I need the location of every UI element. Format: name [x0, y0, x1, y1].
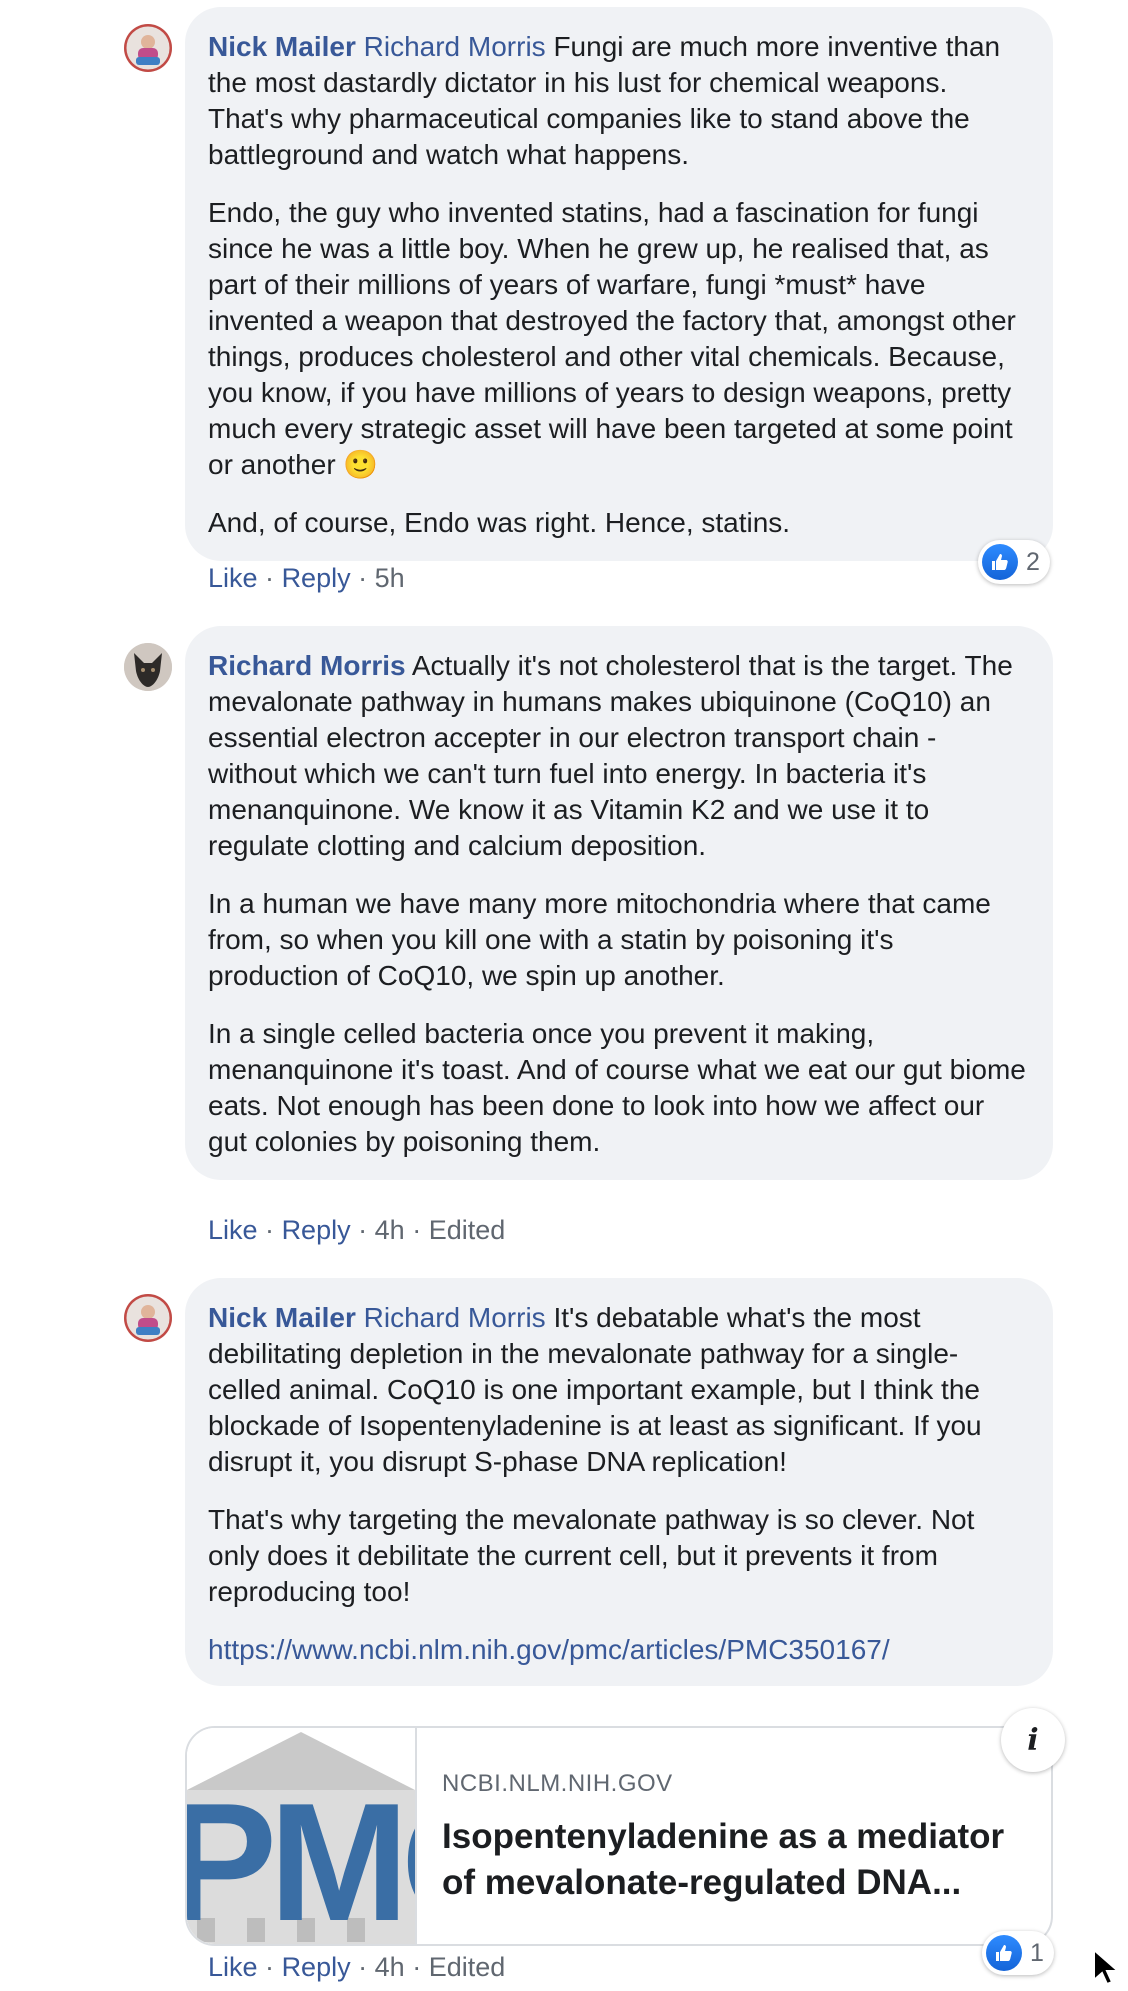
reaction-count-badge[interactable]: 2 — [978, 540, 1050, 584]
comment-actions: Like · Reply · 5h — [208, 561, 405, 595]
comment-bubble: Nick Mailer Richard Morris Fungi are muc… — [185, 7, 1053, 561]
mention-link[interactable]: Richard Morris — [364, 1302, 546, 1333]
timestamp[interactable]: 5h — [375, 563, 405, 593]
timestamp[interactable]: 4h — [375, 1215, 405, 1245]
comment-paragraph: Nick Mailer Richard Morris Fungi are muc… — [208, 29, 1029, 173]
comment-paragraph: Nick Mailer Richard Morris It's debatabl… — [208, 1300, 1029, 1480]
comment-paragraph: https://www.ncbi.nlm.nih.gov/pmc/article… — [208, 1632, 1029, 1668]
separator: · — [412, 1215, 422, 1245]
comment-paragraph: Endo, the guy who invented statins, had … — [208, 195, 1029, 483]
comment-text: Endo, the guy who invented statins, had … — [208, 197, 1016, 480]
like-button[interactable]: Like — [208, 1952, 258, 1982]
reaction-count: 1 — [1030, 1938, 1044, 1967]
separator: · — [358, 563, 368, 593]
edited-label[interactable]: Edited — [429, 1215, 506, 1245]
separator: · — [358, 1952, 368, 1982]
separator: · — [412, 1952, 422, 1982]
mouse-cursor-icon — [1092, 1947, 1124, 1991]
reply-button[interactable]: Reply — [282, 563, 351, 593]
comment-paragraph: Richard Morris Actually it's not cholest… — [208, 648, 1029, 864]
mention-link[interactable]: Richard Morris — [364, 31, 546, 62]
like-button[interactable]: Like — [208, 563, 258, 593]
like-reaction-icon — [982, 544, 1018, 580]
comment-paragraph: In a single celled bacteria once you pre… — [208, 1018, 1026, 1157]
link-preview-thumbnail: PMC — [187, 1728, 417, 1944]
info-icon[interactable]: i — [1001, 1708, 1065, 1772]
comment-paragraph: In a human we have many more mitochondri… — [208, 888, 991, 991]
separator: · — [265, 1952, 275, 1982]
comment-text: Actually it's not cholesterol that is th… — [208, 650, 1013, 861]
separator: · — [358, 1215, 368, 1245]
comment-author[interactable]: Nick Mailer — [208, 31, 356, 62]
comment-author[interactable]: Richard Morris — [208, 650, 406, 681]
comment-actions: Like · Reply · 4h · Edited — [208, 1950, 505, 1984]
separator: · — [265, 563, 275, 593]
timestamp[interactable]: 4h — [375, 1952, 405, 1982]
reaction-count-badge[interactable]: 1 — [982, 1931, 1054, 1975]
smile-emoji-icon: 🙂 — [343, 449, 379, 480]
like-button[interactable]: Like — [208, 1215, 258, 1245]
article-link[interactable]: https://www.ncbi.nlm.nih.gov/pmc/article… — [208, 1634, 890, 1665]
edited-label[interactable]: Edited — [429, 1952, 506, 1982]
link-preview-title[interactable]: Isopentenyladenine as a mediator of meva… — [442, 1814, 1022, 1906]
reply-button[interactable]: Reply — [282, 1215, 351, 1245]
comment-bubble: Richard Morris Actually it's not cholest… — [185, 626, 1053, 1180]
like-reaction-icon — [986, 1935, 1022, 1971]
pmc-logo-text: PMC — [187, 1768, 415, 1944]
avatar-nick-mailer[interactable] — [124, 1294, 172, 1342]
separator: · — [265, 1215, 275, 1245]
link-preview-card[interactable]: PMC NCBI.NLM.NIH.GOV Isopentenyladenine … — [185, 1726, 1053, 1946]
avatar-richard-morris[interactable] — [124, 643, 172, 691]
comment-paragraph: That's why targeting the mevalonate path… — [208, 1504, 975, 1607]
reply-button[interactable]: Reply — [282, 1952, 351, 1982]
reaction-count: 2 — [1026, 547, 1040, 576]
comment-bubble: Nick Mailer Richard Morris It's debatabl… — [185, 1278, 1053, 1686]
link-preview-domain: NCBI.NLM.NIH.GOV — [442, 1770, 673, 1797]
info-label: i — [1027, 1722, 1039, 1758]
comment-actions: Like · Reply · 4h · Edited — [208, 1213, 505, 1247]
avatar-nick-mailer[interactable] — [124, 24, 172, 72]
comment-paragraph: And, of course, Endo was right. Hence, s… — [208, 507, 791, 538]
comment-author[interactable]: Nick Mailer — [208, 1302, 356, 1333]
